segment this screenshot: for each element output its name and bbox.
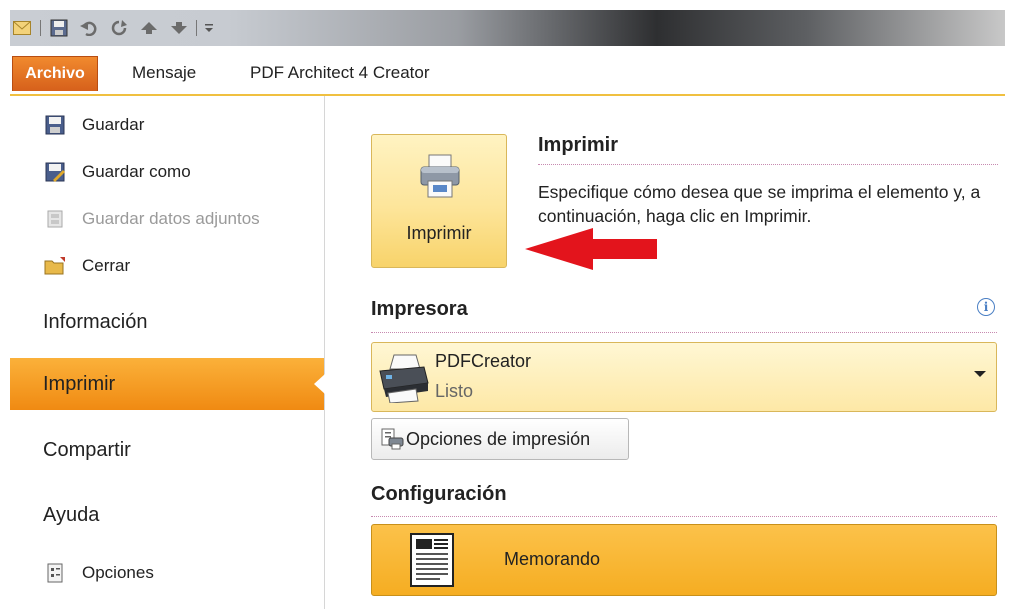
attachments-icon xyxy=(44,208,66,230)
save-attachments-label: Guardar datos adjuntos xyxy=(82,209,260,228)
save-as-label: Guardar como xyxy=(82,162,191,181)
customize-icon[interactable] xyxy=(202,19,216,37)
print-options-icon xyxy=(380,428,404,450)
undo-icon[interactable] xyxy=(78,19,100,37)
print-button[interactable]: Imprimir xyxy=(371,134,507,268)
memo-style-label: Memorando xyxy=(504,549,601,569)
print-title: Imprimir xyxy=(538,134,619,156)
ribbon-tab-row: Archivo Mensaje PDF Architect 4 Creator xyxy=(10,46,1005,96)
mail-icon[interactable] xyxy=(12,19,32,37)
print-options-label: Opciones de impresión xyxy=(406,428,591,449)
title-bar xyxy=(10,10,1005,46)
save-icon xyxy=(44,114,66,136)
save-icon[interactable] xyxy=(48,19,70,37)
nav-ayuda[interactable]: Ayuda xyxy=(10,489,310,541)
save-label: Guardar xyxy=(82,115,145,134)
nav-informacion[interactable]: Información xyxy=(10,296,310,348)
chevron-down-icon[interactable] xyxy=(974,371,986,377)
options-label: Opciones xyxy=(82,563,154,582)
close-label: Cerrar xyxy=(82,256,131,275)
folder-close-icon xyxy=(44,255,66,277)
divider xyxy=(538,164,998,165)
divider xyxy=(371,332,997,333)
print-style-select[interactable]: Memorando xyxy=(371,524,997,596)
divider xyxy=(371,516,997,517)
print-description: Especifique cómo desea que se imprima el… xyxy=(538,182,981,226)
save-as-icon xyxy=(44,161,66,183)
print-options-button[interactable]: Opciones de impresión xyxy=(371,418,629,460)
nav-imprimir[interactable]: Imprimir xyxy=(10,358,325,410)
nav-imprimir-label: Imprimir xyxy=(43,373,116,395)
printer-section-title: Impresora xyxy=(371,298,468,320)
tab-mensaje[interactable]: Mensaje xyxy=(132,56,196,90)
print-button-label: Imprimir xyxy=(406,223,472,243)
save-command[interactable]: Guardar xyxy=(44,111,144,139)
toolbar-separator xyxy=(38,19,42,37)
red-arrow-icon xyxy=(525,228,657,270)
printer-icon xyxy=(418,153,462,204)
printer-name: PDFCreator xyxy=(435,351,532,371)
save-attachments-command[interactable]: Guardar datos adjuntos xyxy=(44,205,260,233)
settings-section-title: Configuración xyxy=(371,483,507,505)
printer-status: Listo xyxy=(435,381,474,401)
memo-style-icon xyxy=(410,533,454,592)
print-panel: Imprimir Imprimir Especifique cómo desea… xyxy=(325,96,1005,609)
up-arrow-icon[interactable] xyxy=(138,19,160,37)
save-as-command[interactable]: Guardar como xyxy=(44,158,191,186)
toolbar-separator xyxy=(194,19,198,37)
backstage-nav: Guardar Guardar como Guardar datos adjun… xyxy=(10,96,325,609)
tab-pdf-architect[interactable]: PDF Architect 4 Creator xyxy=(250,56,430,90)
down-arrow-icon[interactable] xyxy=(168,19,190,37)
tab-archivo[interactable]: Archivo xyxy=(12,56,98,91)
redo-icon[interactable] xyxy=(108,19,130,37)
nav-compartir[interactable]: Compartir xyxy=(10,424,310,476)
options-icon xyxy=(44,562,66,584)
printer-select[interactable]: PDFCreator Listo xyxy=(371,342,997,412)
options-command[interactable]: Opciones xyxy=(44,559,154,587)
close-command[interactable]: Cerrar xyxy=(44,252,130,280)
selected-notch xyxy=(314,374,325,394)
printer-device-icon xyxy=(376,353,430,408)
info-icon[interactable]: i xyxy=(977,298,995,316)
